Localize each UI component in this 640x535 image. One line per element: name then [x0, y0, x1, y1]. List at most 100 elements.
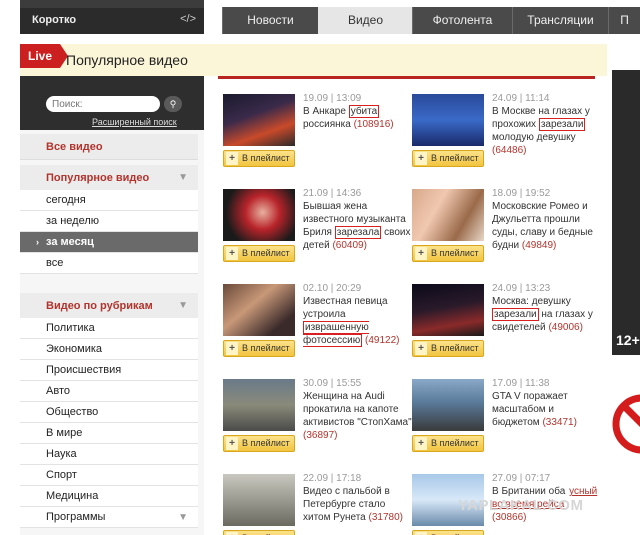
- search-input[interactable]: [46, 96, 160, 112]
- sidebar-item-month[interactable]: › за месяц: [20, 232, 198, 253]
- video-thumbnail[interactable]: [223, 284, 295, 336]
- right-ad-banner[interactable]: 12+: [612, 70, 640, 355]
- plus-icon: +: [226, 437, 238, 450]
- video-thumbnail[interactable]: [223, 189, 295, 241]
- video-thumbnail[interactable]: [412, 284, 484, 336]
- video-thumbnail[interactable]: [223, 379, 295, 431]
- video-date: 17.09 | 11:38: [492, 378, 550, 389]
- video-info: 21.09 | 14:36 Бывшая жена известного муз…: [303, 187, 413, 252]
- add-to-playlist-button[interactable]: +В плейлист: [412, 340, 484, 357]
- embed-code-icon[interactable]: </>: [180, 13, 196, 25]
- video-title[interactable]: Женщина на Audi прокатила на капоте акти…: [303, 391, 412, 428]
- video-info: 30.09 | 15:55 Женщина на Audi прокатила …: [303, 377, 413, 442]
- sidebar-item-society[interactable]: Общество: [20, 402, 198, 423]
- video-title[interactable]: В Москве на глазах у прохожих зарезали м…: [492, 106, 590, 143]
- video-card: + В плейлист 19.09 | 13:09 В Анкаре убита…: [223, 92, 413, 176]
- video-info: 24.09 | 11:14 В Москве на глазах у прохо…: [492, 92, 602, 157]
- sidebar-item-incidents[interactable]: Происшествия: [20, 360, 198, 381]
- sidebar: ⚲ Расширенный поиск Все видео Популярное…: [20, 76, 204, 535]
- video-thumbnail[interactable]: [223, 94, 295, 146]
- search-icon[interactable]: ⚲: [164, 96, 182, 112]
- add-to-playlist-button[interactable]: +В плейлист: [412, 530, 484, 535]
- view-count: (60409): [332, 240, 367, 251]
- sidebar-all-videos[interactable]: Все видео: [20, 134, 198, 160]
- video-date: 24.09 | 11:14: [492, 93, 550, 104]
- plus-icon: +: [226, 342, 238, 355]
- video-card: + В плейлист 17.09 | 11:38 GTA V поражает…: [412, 378, 600, 461]
- sidebar-item-programs[interactable]: Программы ▼: [20, 507, 198, 528]
- sidebar-item-science[interactable]: Наука: [20, 444, 198, 465]
- add-to-playlist-button[interactable]: +В плейлист: [223, 435, 295, 452]
- tab-broadcasts[interactable]: Трансляции: [512, 7, 608, 34]
- add-to-playlist-button[interactable]: +В плейлист: [223, 150, 295, 167]
- sidebar-item-week[interactable]: за неделю: [20, 211, 198, 232]
- sidebar-item-sport[interactable]: Спорт: [20, 465, 198, 486]
- sidebar-item-label: Программы: [46, 511, 106, 523]
- add-to-playlist-button[interactable]: +В плейлист: [223, 340, 295, 357]
- video-date: 19.09 | 13:09: [303, 93, 362, 104]
- video-date: 24.09 | 13:23: [492, 283, 551, 294]
- video-thumbnail[interactable]: [412, 94, 484, 146]
- video-card: + В плейлист 30.09 | 15:55 Женщина на Aud…: [223, 377, 413, 461]
- view-count: (108916): [353, 119, 394, 130]
- add-to-playlist-button[interactable]: +В плейлист: [412, 435, 484, 452]
- add-to-playlist-button[interactable]: +В плейлист: [412, 245, 484, 262]
- section-title-bar: Live Популярное видео: [20, 44, 607, 76]
- sidebar-item-auto[interactable]: Авто: [20, 381, 198, 402]
- plus-icon: +: [226, 152, 238, 165]
- video-info: 18.09 | 19:52 Московские Ромео и Джульет…: [492, 187, 602, 252]
- video-date: 30.09 | 15:55: [303, 378, 362, 389]
- video-info: 19.09 | 13:09 В Анкаре убита россиянка (…: [303, 92, 413, 131]
- highlight-box: зарезала: [334, 226, 382, 239]
- plus-icon: +: [415, 437, 427, 450]
- video-date: 02.10 | 20:29: [303, 283, 362, 294]
- add-to-playlist-button[interactable]: +В плейлист: [412, 150, 484, 167]
- add-to-playlist-button[interactable]: +В плейлист: [223, 245, 295, 262]
- tab-news[interactable]: Новости: [222, 7, 318, 34]
- page-title: Популярное видео: [66, 52, 188, 68]
- chevron-down-icon: ▼: [178, 300, 188, 311]
- main-navigation: Новости Видео Фотолента Трансляции П: [204, 0, 640, 34]
- sidebar-item-medicine[interactable]: Медицина: [20, 486, 198, 507]
- video-card: +В плейлист 22.09 | 17:18 Видео с пальбо…: [223, 472, 413, 535]
- search-panel: ⚲ Расширенный поиск: [20, 76, 204, 130]
- add-to-playlist-button[interactable]: +В плейлист: [223, 530, 295, 535]
- plus-icon: +: [415, 342, 427, 355]
- highlight-box: зарезали: [538, 118, 586, 131]
- video-date: 21.09 | 14:36: [303, 188, 362, 199]
- tab-more[interactable]: П: [608, 7, 640, 34]
- highlight-box: убита: [348, 105, 380, 118]
- view-count: (49122): [365, 335, 400, 346]
- video-card: + В плейлист 18.09 | 19:52 Московские Ром…: [412, 187, 602, 271]
- video-card: + В плейлист 02.10 | 20:29 Известная певи…: [223, 282, 413, 366]
- sidebar-item-today[interactable]: сегодня: [20, 190, 198, 211]
- sidebar-item-world[interactable]: В мире: [20, 423, 198, 444]
- view-count: (31780): [368, 512, 403, 523]
- watermark: YAPLAKAL.COM: [458, 497, 584, 514]
- advanced-search-link[interactable]: Расширенный поиск: [92, 117, 177, 127]
- sidebar-rubrics-heading[interactable]: Видео по рубрикам ▼: [20, 293, 198, 319]
- video-card: + В плейлист 24.09 | 11:14 В Москве на гл…: [412, 92, 602, 176]
- video-date: 27.09 | 07:17: [492, 473, 551, 484]
- sidebar-item-economy[interactable]: Экономика: [20, 339, 198, 360]
- tab-photo[interactable]: Фотолента: [412, 7, 512, 34]
- view-count: (49006): [548, 322, 583, 333]
- tab-video[interactable]: Видео: [318, 7, 412, 34]
- live-badge[interactable]: Live: [20, 44, 68, 68]
- video-info: 22.09 | 17:18 Видео с пальбой в Петербур…: [303, 472, 413, 524]
- short-news-link[interactable]: Коротко: [32, 14, 76, 26]
- video-thumbnail[interactable]: [412, 189, 484, 241]
- highlight-box: зарезали: [492, 308, 539, 321]
- video-thumbnail[interactable]: [223, 474, 295, 526]
- section-divider: [218, 76, 595, 79]
- sidebar-item-label: за месяц: [46, 236, 94, 248]
- sidebar-item-all[interactable]: все: [20, 253, 198, 274]
- age-rating: 12+: [616, 332, 640, 348]
- sidebar-item-politics[interactable]: Политика: [20, 318, 198, 339]
- sidebar-popular-heading[interactable]: Популярное видео ▼: [20, 165, 198, 191]
- video-info: 02.10 | 20:29 Известная певица устроила …: [303, 282, 413, 347]
- sidebar-popular-label: Популярное видео: [46, 172, 150, 184]
- video-thumbnail[interactable]: [412, 379, 484, 431]
- video-date: 18.09 | 19:52: [492, 188, 551, 199]
- view-count: (49849): [521, 240, 557, 251]
